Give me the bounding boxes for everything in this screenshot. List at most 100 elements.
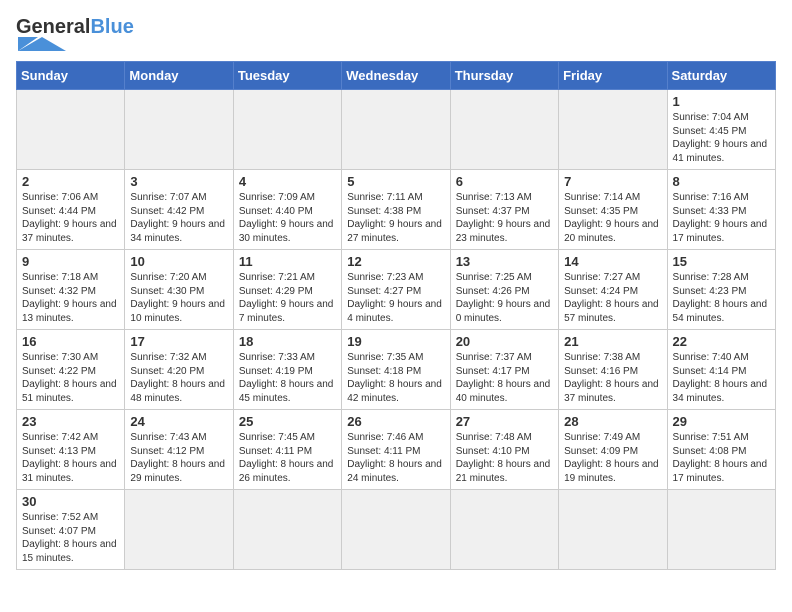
day-of-week-header: Sunday (17, 62, 125, 90)
day-number: 11 (239, 254, 336, 269)
day-number: 13 (456, 254, 553, 269)
calendar-day-cell: 21 Sunrise: 7:38 AM Sunset: 4:16 PM Dayli… (559, 330, 667, 410)
day-number: 28 (564, 414, 661, 429)
day-info: Sunrise: 7:37 AM Sunset: 4:17 PM Dayligh… (456, 351, 553, 405)
calendar-day-cell (342, 490, 450, 570)
day-of-week-header: Thursday (450, 62, 558, 90)
calendar-day-cell: 30 Sunrise: 7:52 AM Sunset: 4:07 PM Dayli… (17, 490, 125, 570)
calendar-day-cell: 15 Sunrise: 7:28 AM Sunset: 4:23 PM Dayli… (667, 250, 775, 330)
logo-blue-text: Blue (90, 16, 133, 39)
day-number: 15 (673, 254, 770, 269)
calendar-day-cell: 23 Sunrise: 7:42 AM Sunset: 4:13 PM Dayli… (17, 410, 125, 490)
day-of-week-header: Friday (559, 62, 667, 90)
calendar-day-cell: 26Sunrise: 7:46 AM Sunset: 4:11 PM Dayli… (342, 410, 450, 490)
calendar-day-cell: 17 Sunrise: 7:32 AM Sunset: 4:20 PM Dayli… (125, 330, 233, 410)
day-info: Sunrise: 7:52 AM Sunset: 4:07 PM Dayligh… (22, 511, 119, 565)
day-info: Sunrise: 7:51 AM Sunset: 4:08 PM Dayligh… (673, 431, 770, 485)
day-of-week-header: Wednesday (342, 62, 450, 90)
calendar-day-cell: 27Sunrise: 7:48 AM Sunset: 4:10 PM Dayli… (450, 410, 558, 490)
day-info: Sunrise: 7:28 AM Sunset: 4:23 PM Dayligh… (673, 271, 770, 325)
calendar-day-cell: 24Sunrise: 7:43 AM Sunset: 4:12 PM Dayli… (125, 410, 233, 490)
day-info: Sunrise: 7:18 AM Sunset: 4:32 PM Dayligh… (22, 271, 119, 325)
calendar-day-cell: 2Sunrise: 7:06 AM Sunset: 4:44 PM Daylig… (17, 170, 125, 250)
day-number: 7 (564, 174, 661, 189)
calendar-day-cell: 16Sunrise: 7:30 AM Sunset: 4:22 PM Dayli… (17, 330, 125, 410)
calendar-day-cell: 11Sunrise: 7:21 AM Sunset: 4:29 PM Dayli… (233, 250, 341, 330)
calendar-day-cell: 9 Sunrise: 7:18 AM Sunset: 4:32 PM Daylig… (17, 250, 125, 330)
day-info: Sunrise: 7:32 AM Sunset: 4:20 PM Dayligh… (130, 351, 227, 405)
day-number: 23 (22, 414, 119, 429)
day-info: Sunrise: 7:45 AM Sunset: 4:11 PM Dayligh… (239, 431, 336, 485)
calendar-day-cell: 1 Sunrise: 7:04 AM Sunset: 4:45 PM Daylig… (667, 90, 775, 170)
calendar-day-cell: 7 Sunrise: 7:14 AM Sunset: 4:35 PM Daylig… (559, 170, 667, 250)
day-number: 10 (130, 254, 227, 269)
calendar-day-cell: 5Sunrise: 7:11 AM Sunset: 4:38 PM Daylig… (342, 170, 450, 250)
day-number: 29 (673, 414, 770, 429)
day-info: Sunrise: 7:43 AM Sunset: 4:12 PM Dayligh… (130, 431, 227, 485)
day-info: Sunrise: 7:07 AM Sunset: 4:42 PM Dayligh… (130, 191, 227, 245)
day-info: Sunrise: 7:38 AM Sunset: 4:16 PM Dayligh… (564, 351, 661, 405)
day-info: Sunrise: 7:33 AM Sunset: 4:19 PM Dayligh… (239, 351, 336, 405)
calendar-day-cell: 19Sunrise: 7:35 AM Sunset: 4:18 PM Dayli… (342, 330, 450, 410)
day-of-week-header: Saturday (667, 62, 775, 90)
day-info: Sunrise: 7:20 AM Sunset: 4:30 PM Dayligh… (130, 271, 227, 325)
day-info: Sunrise: 7:14 AM Sunset: 4:35 PM Dayligh… (564, 191, 661, 245)
day-info: Sunrise: 7:25 AM Sunset: 4:26 PM Dayligh… (456, 271, 553, 325)
day-info: Sunrise: 7:23 AM Sunset: 4:27 PM Dayligh… (347, 271, 444, 325)
day-info: Sunrise: 7:16 AM Sunset: 4:33 PM Dayligh… (673, 191, 770, 245)
day-number: 30 (22, 494, 119, 509)
day-info: Sunrise: 7:11 AM Sunset: 4:38 PM Dayligh… (347, 191, 444, 245)
day-of-week-header: Monday (125, 62, 233, 90)
calendar-week-row: 9 Sunrise: 7:18 AM Sunset: 4:32 PM Daylig… (17, 250, 776, 330)
logo: General Blue (16, 16, 134, 51)
calendar-day-cell: 8 Sunrise: 7:16 AM Sunset: 4:33 PM Daylig… (667, 170, 775, 250)
calendar-day-cell: 22 Sunrise: 7:40 AM Sunset: 4:14 PM Dayli… (667, 330, 775, 410)
logo-icon (18, 37, 68, 51)
day-number: 20 (456, 334, 553, 349)
calendar-day-cell (17, 90, 125, 170)
day-info: Sunrise: 7:40 AM Sunset: 4:14 PM Dayligh… (673, 351, 770, 405)
day-number: 4 (239, 174, 336, 189)
calendar-day-cell: 13 Sunrise: 7:25 AM Sunset: 4:26 PM Dayli… (450, 250, 558, 330)
calendar-day-cell: 10 Sunrise: 7:20 AM Sunset: 4:30 PM Dayli… (125, 250, 233, 330)
day-number: 21 (564, 334, 661, 349)
calendar-day-cell (125, 90, 233, 170)
day-info: Sunrise: 7:42 AM Sunset: 4:13 PM Dayligh… (22, 431, 119, 485)
day-info: Sunrise: 7:13 AM Sunset: 4:37 PM Dayligh… (456, 191, 553, 245)
calendar-day-cell: 20 Sunrise: 7:37 AM Sunset: 4:17 PM Dayli… (450, 330, 558, 410)
calendar-day-cell: 18 Sunrise: 7:33 AM Sunset: 4:19 PM Dayli… (233, 330, 341, 410)
day-number: 12 (347, 254, 444, 269)
day-info: Sunrise: 7:06 AM Sunset: 4:44 PM Dayligh… (22, 191, 119, 245)
calendar-week-row: 23 Sunrise: 7:42 AM Sunset: 4:13 PM Dayli… (17, 410, 776, 490)
day-number: 18 (239, 334, 336, 349)
calendar-day-cell: 25 Sunrise: 7:45 AM Sunset: 4:11 PM Dayli… (233, 410, 341, 490)
calendar-day-cell: 4Sunrise: 7:09 AM Sunset: 4:40 PM Daylig… (233, 170, 341, 250)
calendar-day-cell: 14Sunrise: 7:27 AM Sunset: 4:24 PM Dayli… (559, 250, 667, 330)
day-info: Sunrise: 7:04 AM Sunset: 4:45 PM Dayligh… (673, 111, 770, 165)
header: General Blue (16, 16, 776, 51)
day-number: 8 (673, 174, 770, 189)
calendar-day-cell (667, 490, 775, 570)
calendar-day-cell (342, 90, 450, 170)
calendar-header-row: SundayMondayTuesdayWednesdayThursdayFrid… (17, 62, 776, 90)
calendar-day-cell (233, 90, 341, 170)
day-number: 22 (673, 334, 770, 349)
calendar-day-cell (559, 90, 667, 170)
day-number: 1 (673, 94, 770, 109)
day-info: Sunrise: 7:46 AM Sunset: 4:11 PM Dayligh… (347, 431, 444, 485)
calendar-day-cell (450, 490, 558, 570)
calendar-week-row: 2Sunrise: 7:06 AM Sunset: 4:44 PM Daylig… (17, 170, 776, 250)
calendar-day-cell: 6Sunrise: 7:13 AM Sunset: 4:37 PM Daylig… (450, 170, 558, 250)
day-of-week-header: Tuesday (233, 62, 341, 90)
calendar-day-cell: 3 Sunrise: 7:07 AM Sunset: 4:42 PM Daylig… (125, 170, 233, 250)
calendar-day-cell: 29 Sunrise: 7:51 AM Sunset: 4:08 PM Dayli… (667, 410, 775, 490)
logo-text: General (16, 16, 90, 39)
day-number: 17 (130, 334, 227, 349)
day-number: 25 (239, 414, 336, 429)
day-number: 3 (130, 174, 227, 189)
calendar-day-cell (125, 490, 233, 570)
calendar-day-cell (233, 490, 341, 570)
day-number: 27 (456, 414, 553, 429)
day-number: 9 (22, 254, 119, 269)
calendar-day-cell (559, 490, 667, 570)
